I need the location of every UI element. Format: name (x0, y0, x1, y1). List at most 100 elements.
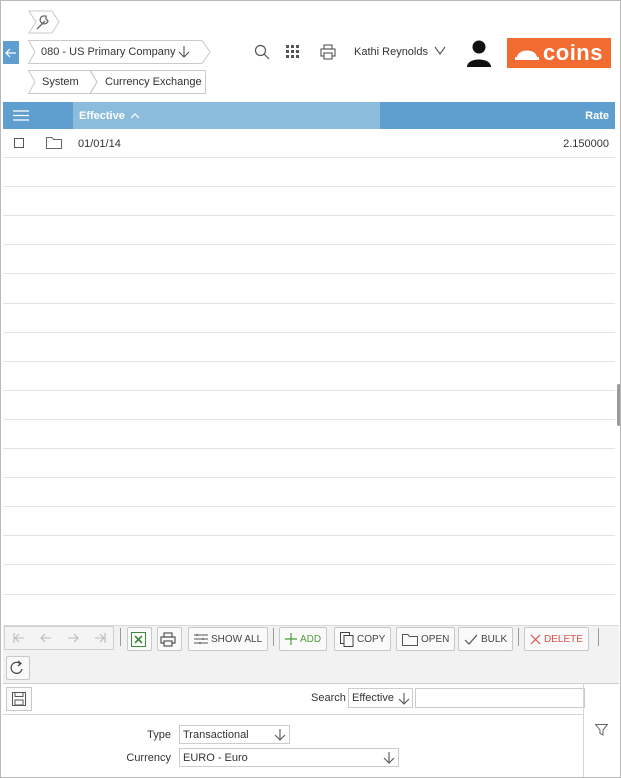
table-row-empty (3, 304, 615, 333)
table-row-empty (3, 187, 615, 217)
table-header: Effective Rate (3, 102, 615, 129)
type-value: Transactional (183, 728, 249, 741)
folder-icon[interactable] (46, 136, 62, 149)
last-icon[interactable] (93, 632, 107, 644)
plus-icon (285, 633, 297, 645)
copy-label: COPY (357, 633, 386, 645)
table-row[interactable]: 01/01/14 2.150000 (3, 129, 615, 159)
refresh-icon (10, 660, 23, 674)
table-row-empty (3, 216, 615, 246)
company-selector[interactable]: 080 - US Primary Company (28, 40, 211, 64)
print-icon (160, 631, 176, 647)
open-label: OPEN (421, 633, 450, 645)
filter-icon[interactable] (595, 724, 608, 736)
toolbar-separator (518, 628, 519, 646)
wrench-icon[interactable] (28, 10, 60, 34)
chevron-down-icon (383, 752, 395, 764)
next-icon[interactable] (66, 632, 80, 644)
chevron-down-icon (274, 729, 286, 741)
column-label: Effective (79, 109, 125, 122)
column-label: Rate (585, 109, 609, 122)
table-row-empty (3, 333, 615, 362)
prev-icon[interactable] (39, 632, 53, 644)
toolbar-separator (598, 628, 599, 646)
breadcrumb-label: Currency Exchange (105, 76, 202, 88)
chevron-down-icon[interactable] (434, 45, 446, 57)
open-button[interactable]: OPEN (396, 627, 456, 651)
search-label: Search (311, 692, 346, 704)
sort-ascending-icon (130, 112, 139, 118)
refresh-button[interactable] (6, 656, 30, 680)
add-label: ADD (300, 633, 322, 645)
delete-label: DELETE (544, 633, 583, 645)
column-menu[interactable] (3, 102, 73, 129)
table-row-empty (3, 245, 615, 275)
table-row-empty (3, 565, 615, 595)
search-field-value: Effective (352, 692, 394, 704)
menu-icon (13, 110, 29, 121)
folder-icon (402, 633, 418, 646)
filter-panel (583, 683, 619, 777)
add-button[interactable]: ADD (279, 627, 328, 651)
print-button[interactable] (157, 627, 182, 651)
list-icon (194, 634, 208, 644)
table-row-empty (3, 536, 615, 566)
pager (4, 626, 114, 650)
show-all-label: SHOW ALL (211, 633, 263, 645)
table-row-empty (3, 362, 615, 391)
table-row-empty (3, 449, 615, 479)
copy-button[interactable]: COPY (334, 627, 392, 651)
chevron-down-icon (178, 46, 190, 58)
search-icon[interactable] (253, 43, 271, 61)
bulk-button[interactable]: BULK (458, 627, 514, 651)
table-row-empty (3, 420, 615, 450)
currency-select[interactable]: EURO - Euro (179, 748, 399, 767)
type-select[interactable]: Transactional (179, 725, 290, 744)
close-icon (530, 634, 541, 644)
breadcrumb-label: System (42, 76, 79, 88)
table-row-empty (3, 391, 615, 420)
cell-rate: 2.150000 (563, 138, 609, 150)
cell-effective: 01/01/14 (78, 138, 121, 150)
bulk-label: BULK (481, 633, 508, 645)
user-name[interactable]: Kathi Reynolds (354, 46, 428, 58)
toolbar-separator (120, 628, 121, 646)
table-row-empty (3, 507, 615, 537)
chevron-down-icon (398, 693, 410, 705)
coins-logo: coins (507, 38, 611, 68)
breadcrumb-system[interactable]: System (28, 70, 98, 94)
avatar[interactable] (466, 39, 492, 67)
logo-text: coins (543, 40, 603, 65)
show-all-button[interactable]: SHOW ALL (188, 627, 269, 651)
table-body: 01/01/14 2.150000 (3, 129, 615, 595)
first-icon[interactable] (12, 632, 26, 644)
app-window: 080 - US Primary Company System Currency… (0, 0, 621, 778)
search-field-select[interactable]: Effective (348, 688, 413, 708)
column-header-effective[interactable]: Effective (73, 102, 380, 129)
back-arrow-icon (5, 48, 16, 57)
table-row-empty (3, 158, 615, 188)
scrollbar[interactable] (617, 384, 620, 426)
currency-label: Currency (126, 752, 171, 764)
grid-icon[interactable] (284, 43, 302, 61)
back-button[interactable] (3, 41, 19, 64)
save-search-button[interactable] (6, 687, 32, 711)
column-header-rate[interactable]: Rate (585, 102, 609, 129)
copy-icon (340, 631, 354, 647)
save-icon (12, 692, 26, 706)
print-icon[interactable] (319, 43, 337, 61)
helmet-icon (515, 50, 540, 60)
excel-icon (130, 631, 146, 647)
toolbar-separator (273, 628, 274, 646)
company-name: 080 - US Primary Company (41, 46, 176, 58)
divider (3, 714, 583, 715)
row-checkbox[interactable] (14, 138, 24, 148)
table-row-empty (3, 274, 615, 304)
type-label: Type (147, 729, 171, 741)
breadcrumb-currency-exchange[interactable]: Currency Exchange (90, 70, 206, 94)
search-input[interactable] (415, 688, 585, 708)
export-excel-button[interactable] (127, 627, 152, 651)
check-icon (464, 634, 478, 645)
table-row-empty (3, 478, 615, 508)
delete-button[interactable]: DELETE (524, 627, 589, 651)
